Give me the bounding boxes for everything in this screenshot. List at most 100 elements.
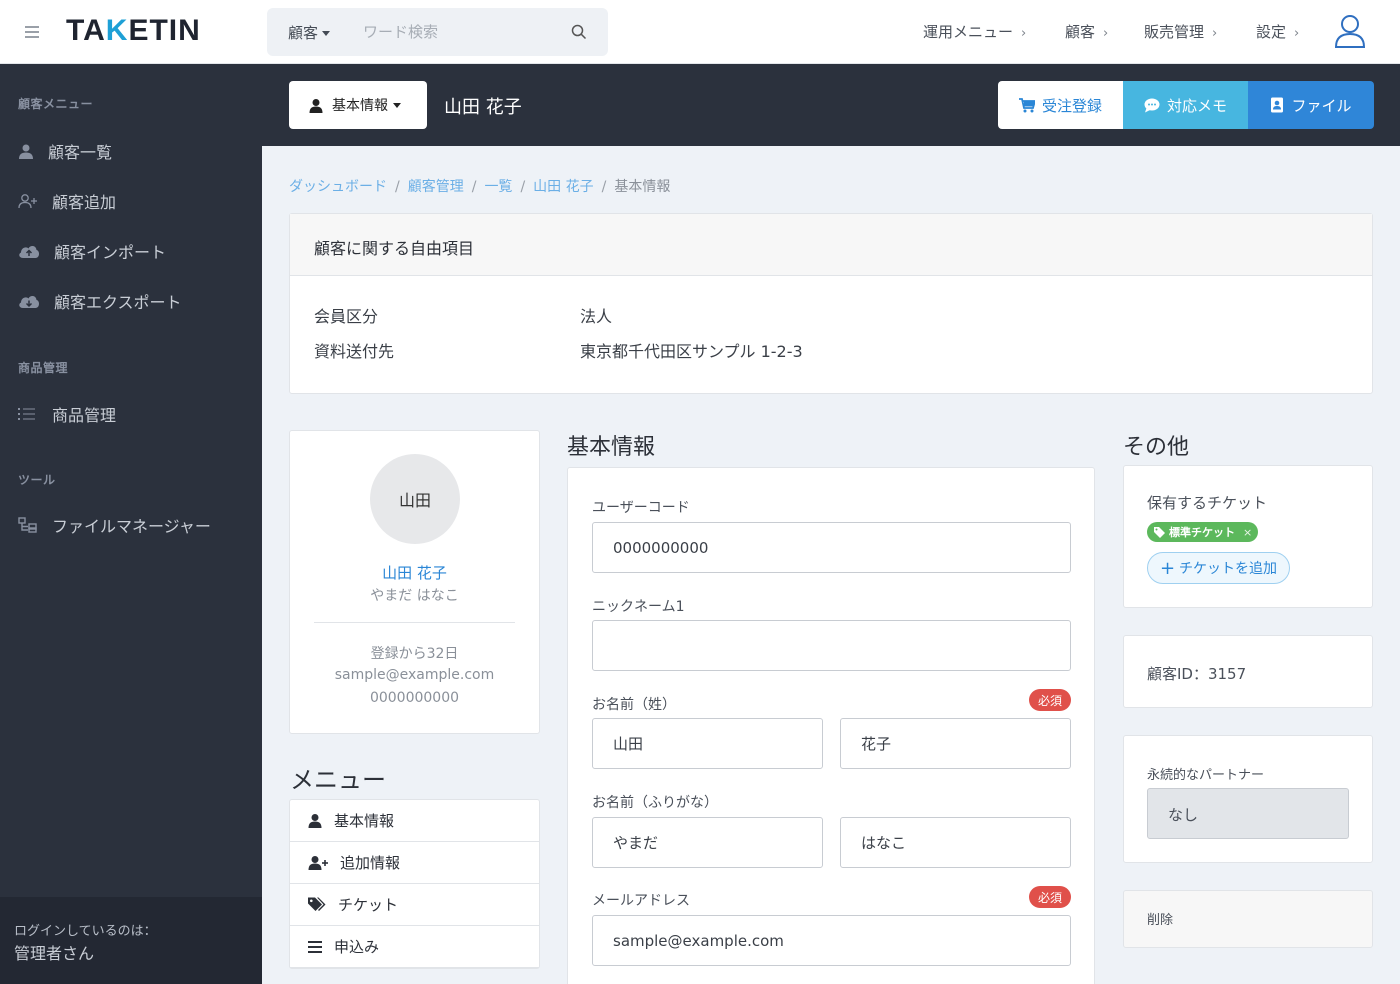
delete-label[interactable]: 削除 <box>1147 909 1173 928</box>
sidebar-item-label: 顧客一覧 <box>48 143 113 162</box>
profile-registered-days: 登録から32日 <box>370 646 459 662</box>
caret-down-icon <box>393 102 401 108</box>
sidebar-item-add-customer[interactable]: 顧客追加 <box>18 189 116 213</box>
free-field-value: 法人 <box>580 307 613 326</box>
breadcrumb-link[interactable]: 一覧 <box>484 179 512 195</box>
menu-item-tickets[interactable]: チケット <box>290 884 539 926</box>
sidebar-item-file-manager[interactable]: ファイルマネージャー <box>18 513 211 537</box>
topnav-operations[interactable]: 運用メニュー › <box>923 21 1026 42</box>
topnav-settings[interactable]: 設定 › <box>1256 21 1299 42</box>
breadcrumb-separator: / <box>520 179 526 195</box>
basic-info-form: ユーザーコード ニックネーム1 お名前（姓） 必須 お名前（ふりがな） メールア… <box>567 467 1095 984</box>
sidebar: 顧客メニュー 顧客一覧 顧客追加 顧客インポート 顧客エクスポート 商品管理 商… <box>0 64 262 984</box>
file-label: ファイル <box>1291 96 1352 115</box>
list-icon <box>18 408 35 420</box>
required-badge: 必須 <box>1029 886 1071 908</box>
tags-icon <box>308 897 326 911</box>
ticket-tag: 標準チケット × <box>1147 522 1259 542</box>
nickname-label: ニックネーム1 <box>592 599 685 615</box>
breadcrumb-link[interactable]: 顧客管理 <box>408 179 464 195</box>
memo-button[interactable]: 対応メモ <box>1123 81 1248 129</box>
delete-card[interactable]: 削除 <box>1123 890 1373 948</box>
add-ticket-button[interactable]: + チケットを追加 <box>1147 552 1290 584</box>
user-icon <box>309 98 323 113</box>
breadcrumb-link[interactable]: ダッシュボード <box>289 179 387 195</box>
topnav-sales[interactable]: 販売管理 › <box>1144 21 1217 42</box>
sidebar-item-customer-list[interactable]: 顧客一覧 <box>18 139 112 163</box>
topnav-label: 顧客 <box>1065 23 1096 41</box>
menu-item-additional-info[interactable]: 追加情報 <box>290 842 539 884</box>
chevron-right-icon: › <box>1294 26 1300 41</box>
sidebar-item-export[interactable]: 顧客エクスポート <box>18 289 182 313</box>
sidebar-item-label: 顧客追加 <box>52 193 117 212</box>
profile-name-link[interactable]: 山田 花子 <box>290 562 539 583</box>
user-plus-icon <box>308 856 328 870</box>
plus-icon: + <box>1159 557 1176 579</box>
first-kana-input[interactable] <box>840 817 1071 868</box>
menu-item-basic-info[interactable]: 基本情報 <box>290 800 539 842</box>
user-account-icon[interactable] <box>1334 14 1366 48</box>
logo[interactable]: TAKETIN <box>66 14 201 48</box>
login-label: ログインしているのは： <box>14 924 157 939</box>
customer-id: 顧客ID：3157 <box>1147 665 1247 683</box>
profile-phone: 0000000000 <box>369 690 460 706</box>
sidebar-item-label: ファイルマネージャー <box>52 517 211 536</box>
nickname-input[interactable] <box>592 620 1071 671</box>
order-register-label: 受注登録 <box>1041 96 1102 115</box>
menu-item-label: 申込み <box>334 938 380 956</box>
menu-item-label: チケット <box>338 896 399 914</box>
memo-label: 対応メモ <box>1166 96 1227 115</box>
search-icon[interactable] <box>571 24 587 40</box>
breadcrumb-separator: / <box>395 179 400 195</box>
topnav-customers[interactable]: 顧客 › <box>1065 21 1108 42</box>
topnav-label: 販売管理 <box>1144 23 1205 41</box>
close-icon[interactable]: × <box>1243 526 1252 539</box>
tickets-card: 保有するチケット 標準チケット × + チケットを追加 <box>1123 465 1373 608</box>
cloud-download-icon <box>19 296 40 308</box>
other-title: その他 <box>1123 435 1190 460</box>
user-icon <box>19 144 33 159</box>
login-user-name: 管理者さん <box>14 944 95 963</box>
last-kana-input[interactable] <box>592 817 823 868</box>
user-icon <box>308 814 322 828</box>
contact-file-icon <box>1271 97 1284 113</box>
partner-select[interactable]: なし <box>1147 788 1349 839</box>
email-label: メールアドレス <box>592 893 690 909</box>
free-field-label: 資料送付先 <box>314 342 395 361</box>
top-header: TAKETIN 顧客 運用メニュー › 顧客 › 販売管理 › 設定 › <box>0 0 1400 64</box>
profile-card: 山田 山田 花子 やまだ はなこ 登録から32日 sample@example.… <box>289 430 540 734</box>
caret-down-icon <box>322 31 331 36</box>
tag-icon <box>1154 526 1165 538</box>
breadcrumb-separator: / <box>471 179 477 195</box>
sidebar-section-title: ツール <box>18 473 56 487</box>
user-plus-icon <box>18 194 37 209</box>
kana-label: お名前（ふりがな） <box>592 795 718 811</box>
free-fields-card: 顧客に関する自由項目 会員区分 法人 資料送付先 東京都千代田区サンプル 1-2… <box>289 213 1373 394</box>
first-name-input[interactable] <box>840 718 1071 769</box>
breadcrumb: ダッシュボード / 顧客管理 / 一覧 / 山田 花子 / 基本情報 <box>289 176 670 196</box>
search-input[interactable] <box>363 20 563 44</box>
breadcrumb-current: 基本情報 <box>614 179 671 195</box>
order-register-button[interactable]: 受注登録 <box>998 81 1123 129</box>
menu-item-applications[interactable]: 申込み <box>290 926 539 968</box>
search-scope-select[interactable]: 顧客 <box>288 22 331 43</box>
add-ticket-label: チケットを追加 <box>1179 561 1278 577</box>
email-input[interactable] <box>592 915 1071 966</box>
user-code-label: ユーザーコード <box>592 500 690 516</box>
user-code-input[interactable] <box>592 522 1071 573</box>
search-bar: 顧客 <box>267 8 608 56</box>
ticket-tag-label: 標準チケット <box>1169 526 1235 539</box>
last-name-input[interactable] <box>592 718 823 769</box>
view-dropdown[interactable]: 基本情報 <box>289 81 427 129</box>
hamburger-menu-icon[interactable] <box>25 26 39 38</box>
sidebar-item-label: 顧客インポート <box>54 243 167 262</box>
login-info: ログインしているのは： 管理者さん <box>0 897 262 984</box>
sidebar-item-products[interactable]: 商品管理 <box>18 402 116 426</box>
menu-item-label: 基本情報 <box>334 812 395 830</box>
breadcrumb-link[interactable]: 山田 花子 <box>533 179 593 195</box>
cart-icon <box>1018 97 1035 112</box>
cloud-upload-icon <box>19 246 40 258</box>
sidebar-item-import[interactable]: 顧客インポート <box>18 239 166 263</box>
customer-id-card: 顧客ID：3157 <box>1123 635 1373 708</box>
file-button[interactable]: ファイル <box>1248 81 1374 129</box>
